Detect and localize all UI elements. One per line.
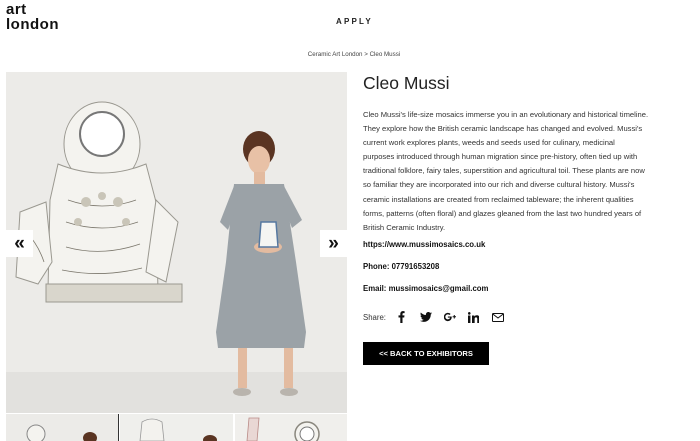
bio-line: purposes introduced through human migrat… <box>363 152 638 162</box>
artist-bio: Cleo Mussi's life-size mosaics immerse y… <box>363 108 700 235</box>
bio-line: They explore how the British ceramic lan… <box>363 124 643 134</box>
thumbnail-1[interactable] <box>6 414 120 441</box>
thumbnail-2-image <box>120 414 233 441</box>
email-icon[interactable] <box>491 311 504 323</box>
nav-apply-link[interactable]: APPLY <box>336 17 373 26</box>
facebook-icon[interactable] <box>396 311 408 323</box>
gallery-next-button[interactable]: » <box>320 230 347 257</box>
logo-line-2: london <box>6 16 59 32</box>
website-link[interactable]: https://www.mussimosaics.co.uk <box>363 240 485 249</box>
art-london-logo[interactable]: art london <box>6 2 98 32</box>
bio-line: ceramic installations are created from r… <box>363 194 634 204</box>
breadcrumb: Ceramic Art London > Cleo Mussi <box>0 51 700 58</box>
bio-line: current work explores plants, weeds and … <box>363 138 615 148</box>
image-gallery: « » <box>6 72 347 413</box>
thumbnail-strip <box>6 414 347 441</box>
bio-line: British Ceramic Industry. <box>363 222 446 232</box>
thumbnail-3[interactable] <box>234 414 347 441</box>
breadcrumb-separator: > <box>364 51 368 58</box>
breadcrumb-current: Cleo Mussi <box>369 51 401 58</box>
email-text: Email: mussimosaics@gmail.com <box>363 284 489 293</box>
thumbnail-1-image <box>6 414 119 441</box>
google-plus-icon[interactable] <box>443 311 456 323</box>
twitter-icon[interactable] <box>419 311 432 323</box>
artist-photo <box>6 72 347 413</box>
artist-name-heading: Cleo Mussi <box>363 73 450 93</box>
bio-line: so familiar they are incorporated into o… <box>363 180 635 190</box>
breadcrumb-parent-link[interactable]: Ceramic Art London <box>308 51 363 58</box>
linkedin-icon[interactable] <box>468 311 480 323</box>
share-label: Share: <box>363 312 386 322</box>
share-bar: Share: <box>363 311 516 323</box>
back-to-exhibitors-button[interactable]: << BACK TO EXHIBITORS <box>363 342 489 365</box>
thumbnail-2[interactable] <box>120 414 233 441</box>
thumbnail-3-image <box>234 414 347 441</box>
gallery-prev-button[interactable]: « <box>6 230 33 257</box>
bio-line: traditional folklore, fairy tales, super… <box>363 166 645 176</box>
phone-text: Phone: 07791653208 <box>363 262 440 271</box>
bio-line: Cleo Mussi's life-size mosaics immerse y… <box>363 110 649 119</box>
bio-line: forms, patterns (often floral) and glaze… <box>363 208 642 218</box>
